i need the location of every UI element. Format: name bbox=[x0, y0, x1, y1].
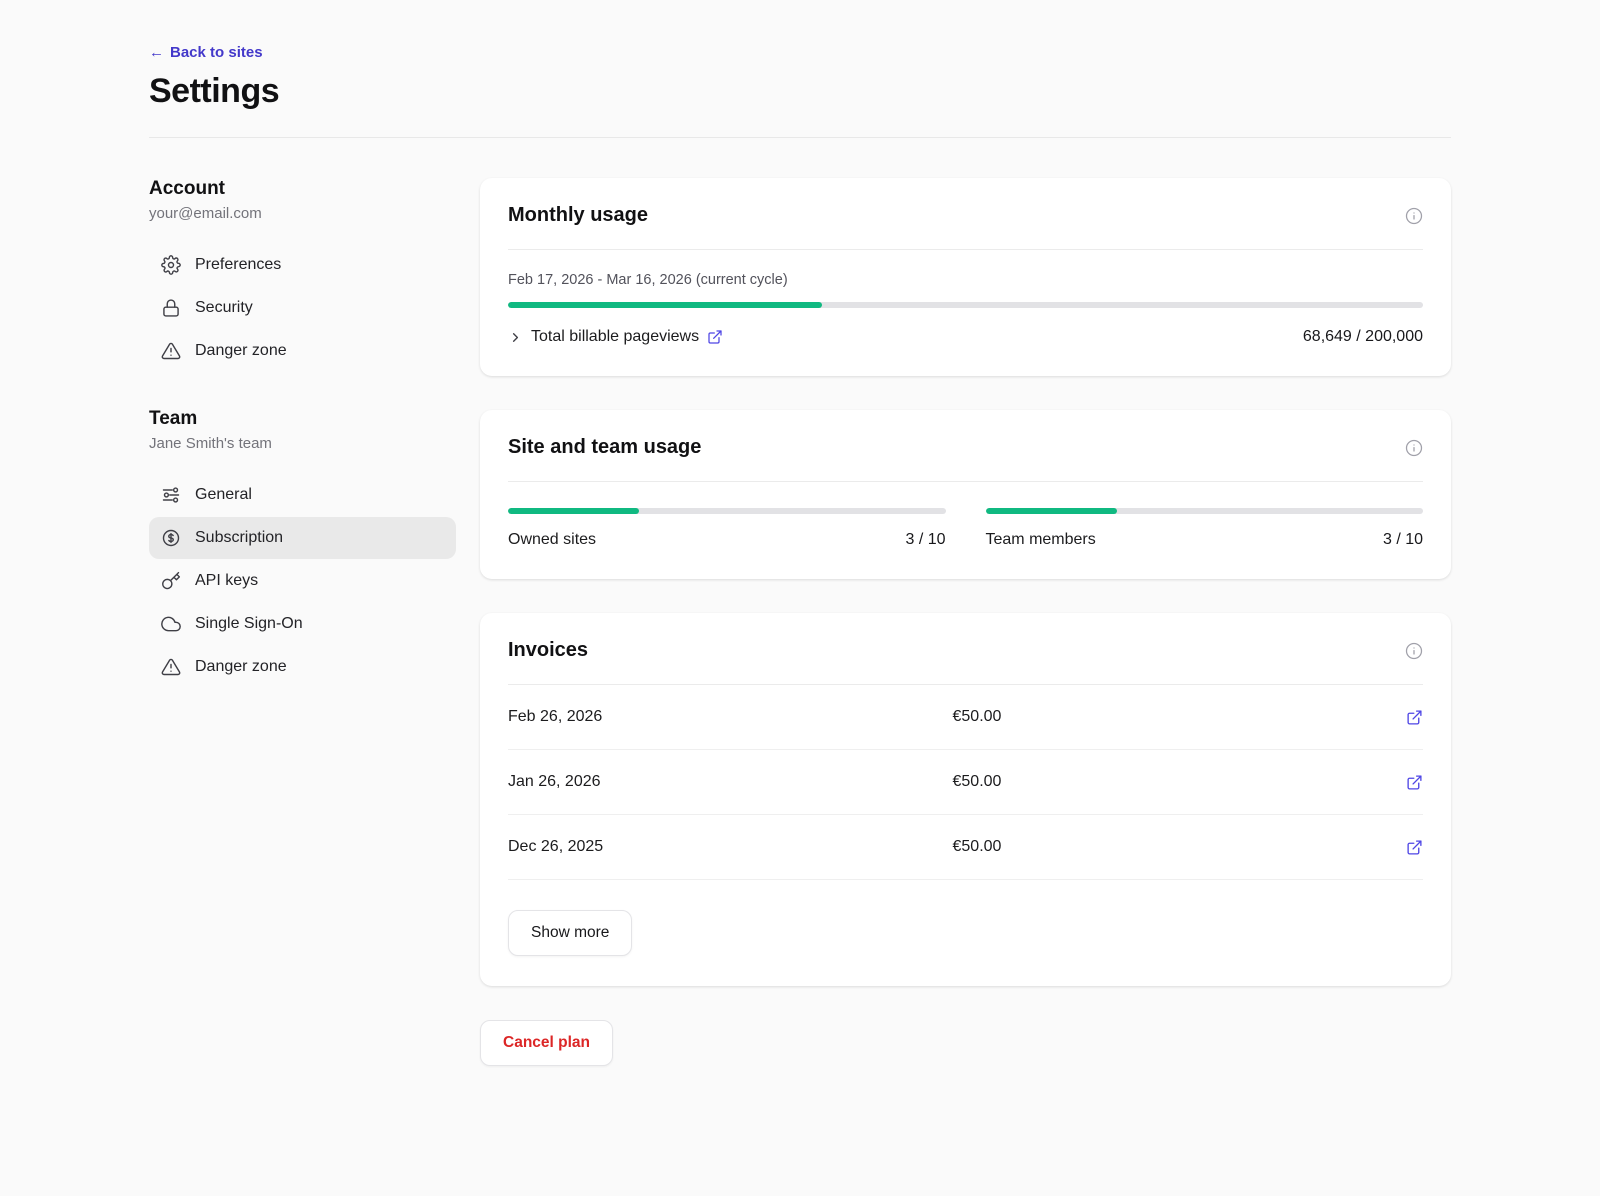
header-divider bbox=[149, 137, 1451, 138]
info-icon[interactable] bbox=[1405, 207, 1423, 225]
pageviews-expand-toggle[interactable]: Total billable pageviews bbox=[508, 328, 723, 346]
sidebar-item-label: Danger zone bbox=[195, 658, 287, 676]
gear-icon bbox=[161, 255, 181, 275]
invoice-date: Feb 26, 2026 bbox=[508, 708, 953, 726]
key-icon bbox=[161, 571, 181, 591]
team-name: Jane Smith's team bbox=[149, 435, 456, 452]
site-team-usage-card: Site and team usage Owned sites 3 / 10 bbox=[480, 410, 1451, 579]
sidebar-item-label: Security bbox=[195, 299, 253, 317]
warning-icon bbox=[161, 657, 181, 677]
invoices-title: Invoices bbox=[508, 639, 588, 662]
sidebar-item-label: Danger zone bbox=[195, 342, 287, 360]
invoice-amount: €50.00 bbox=[953, 838, 1398, 856]
owned-sites-progress-bar bbox=[508, 508, 946, 514]
pageviews-usage-row: Total billable pageviews 68,649 / 200,00… bbox=[508, 328, 1423, 346]
sidebar-item-preferences[interactable]: Preferences bbox=[149, 244, 456, 286]
sidebar-heading-team: Team bbox=[149, 408, 456, 430]
invoice-row: Dec 26, 2025 €50.00 bbox=[508, 815, 1423, 880]
invoices-card: Invoices Feb 26, 2026 €50.00 Jan 26, 202… bbox=[480, 613, 1451, 986]
lock-icon bbox=[161, 298, 181, 318]
sidebar-item-label: Preferences bbox=[195, 256, 281, 274]
account-email: your@email.com bbox=[149, 205, 456, 222]
team-members-label: Team members bbox=[986, 531, 1096, 549]
owned-sites-meter: Owned sites 3 / 10 bbox=[508, 508, 946, 549]
team-members-value: 3 / 10 bbox=[1383, 531, 1423, 549]
external-link-icon[interactable] bbox=[1406, 839, 1423, 856]
invoice-date: Jan 26, 2026 bbox=[508, 773, 953, 791]
external-link-icon[interactable] bbox=[707, 329, 723, 345]
sidebar-item-general[interactable]: General bbox=[149, 474, 456, 516]
team-members-progress-bar bbox=[986, 508, 1424, 514]
team-members-progress-fill bbox=[986, 508, 1117, 514]
cancel-plan-button[interactable]: Cancel plan bbox=[480, 1020, 613, 1066]
pageviews-label: Total billable pageviews bbox=[531, 328, 699, 346]
invoice-row: Jan 26, 2026 €50.00 bbox=[508, 750, 1423, 815]
settings-sidebar: Account your@email.com Preferences Secur… bbox=[149, 178, 456, 1066]
sidebar-item-label: Subscription bbox=[195, 529, 283, 547]
invoice-row: Feb 26, 2026 €50.00 bbox=[508, 685, 1423, 750]
card-divider bbox=[508, 481, 1423, 482]
monthly-usage-card: Monthly usage Feb 17, 2026 - Mar 16, 202… bbox=[480, 178, 1451, 376]
sidebar-item-label: API keys bbox=[195, 572, 258, 590]
sidebar-group-team: Team Jane Smith's team General Subscript… bbox=[149, 408, 456, 688]
pageviews-value: 68,649 / 200,000 bbox=[1303, 328, 1423, 346]
sidebar-heading-account: Account bbox=[149, 178, 456, 200]
chevron-right-icon bbox=[508, 330, 523, 345]
show-more-button[interactable]: Show more bbox=[508, 910, 632, 956]
sidebar-item-danger-zone-account[interactable]: Danger zone bbox=[149, 330, 456, 372]
cloud-icon bbox=[161, 614, 181, 634]
sidebar-item-subscription[interactable]: Subscription bbox=[149, 517, 456, 559]
sliders-icon bbox=[161, 485, 181, 505]
sidebar-item-danger-zone-team[interactable]: Danger zone bbox=[149, 646, 456, 688]
owned-sites-progress-fill bbox=[508, 508, 639, 514]
external-link-icon[interactable] bbox=[1406, 774, 1423, 791]
back-to-sites-link[interactable]: ← Back to sites bbox=[149, 44, 263, 61]
info-icon[interactable] bbox=[1405, 642, 1423, 660]
back-arrow-icon: ← bbox=[149, 44, 164, 61]
back-link-label: Back to sites bbox=[170, 44, 263, 61]
settings-main: Monthly usage Feb 17, 2026 - Mar 16, 202… bbox=[480, 178, 1451, 1066]
owned-sites-label: Owned sites bbox=[508, 531, 596, 549]
page-title: Settings bbox=[149, 72, 1451, 111]
dollar-circle-icon bbox=[161, 528, 181, 548]
info-icon[interactable] bbox=[1405, 439, 1423, 457]
sidebar-item-single-sign-on[interactable]: Single Sign-On bbox=[149, 603, 456, 645]
pageviews-progress-bar bbox=[508, 302, 1423, 308]
sidebar-group-account: Account your@email.com Preferences Secur… bbox=[149, 178, 456, 372]
external-link-icon[interactable] bbox=[1406, 709, 1423, 726]
sidebar-item-label: General bbox=[195, 486, 252, 504]
sidebar-item-api-keys[interactable]: API keys bbox=[149, 560, 456, 602]
invoice-amount: €50.00 bbox=[953, 708, 1398, 726]
sidebar-item-security[interactable]: Security bbox=[149, 287, 456, 329]
billing-cycle-label: Feb 17, 2026 - Mar 16, 2026 (current cyc… bbox=[508, 272, 1423, 288]
owned-sites-value: 3 / 10 bbox=[905, 531, 945, 549]
invoice-amount: €50.00 bbox=[953, 773, 1398, 791]
pageviews-progress-fill bbox=[508, 302, 822, 308]
warning-icon bbox=[161, 341, 181, 361]
monthly-usage-title: Monthly usage bbox=[508, 204, 648, 227]
invoice-date: Dec 26, 2025 bbox=[508, 838, 953, 856]
team-members-meter: Team members 3 / 10 bbox=[986, 508, 1424, 549]
sidebar-item-label: Single Sign-On bbox=[195, 615, 303, 633]
settings-page: ← Back to sites Settings Account your@em… bbox=[149, 0, 1451, 1126]
site-team-usage-title: Site and team usage bbox=[508, 436, 701, 459]
card-divider bbox=[508, 249, 1423, 250]
